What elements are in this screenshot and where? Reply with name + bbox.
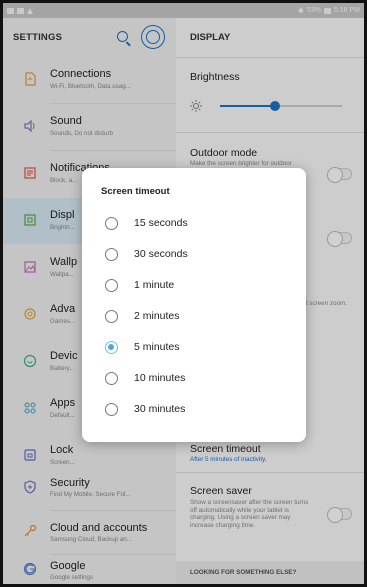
- option-label: 15 seconds: [134, 217, 188, 229]
- radio-button[interactable]: [105, 310, 118, 323]
- radio-button[interactable]: [105, 248, 118, 261]
- option-label: 2 minutes: [134, 310, 180, 322]
- option-label: 30 seconds: [134, 248, 188, 260]
- dialog-title: Screen timeout: [101, 186, 170, 197]
- timeout-option[interactable]: 30 minutes: [82, 394, 306, 425]
- radio-button[interactable]: [105, 217, 118, 230]
- screen-timeout-dialog: Screen timeout 15 seconds 30 seconds 1 m…: [82, 168, 306, 442]
- radio-button[interactable]: [105, 279, 118, 292]
- timeout-option[interactable]: 5 minutes: [82, 332, 306, 363]
- option-label: 30 minutes: [134, 403, 186, 415]
- radio-button[interactable]: [105, 403, 118, 416]
- option-label: 1 minute: [134, 279, 175, 291]
- timeout-option[interactable]: 1 minute: [82, 270, 306, 301]
- option-label: 10 minutes: [134, 372, 186, 384]
- radio-button[interactable]: [105, 372, 118, 385]
- timeout-option[interactable]: 15 seconds: [82, 208, 306, 239]
- timeout-option[interactable]: 10 minutes: [82, 363, 306, 394]
- timeout-option[interactable]: 2 minutes: [82, 301, 306, 332]
- timeout-option[interactable]: 30 seconds: [82, 239, 306, 270]
- option-label: 5 minutes: [134, 341, 180, 353]
- radio-button[interactable]: [105, 341, 118, 354]
- screen-frame: ✱ 53% 5:18 PM SETTINGS Connections Wi-Fi…: [3, 3, 364, 584]
